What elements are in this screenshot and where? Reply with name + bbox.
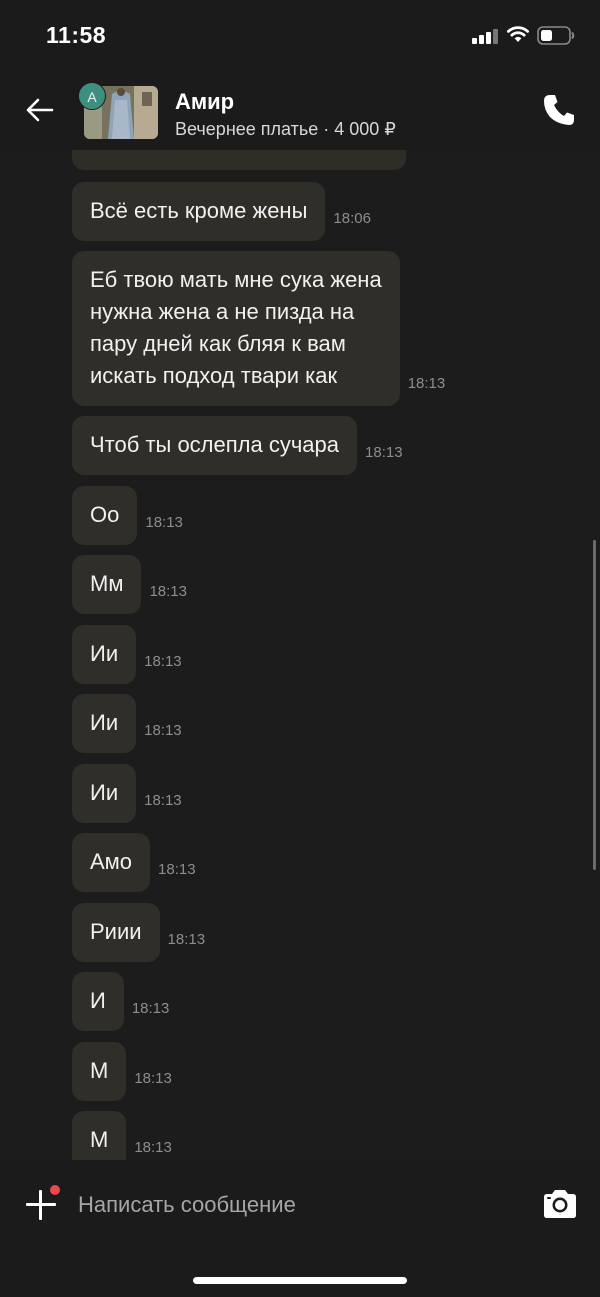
message-bubble-partial bbox=[72, 150, 406, 170]
message-bubble[interactable]: Мм bbox=[72, 555, 142, 614]
message-bubble[interactable]: Ии bbox=[72, 625, 137, 684]
camera-icon[interactable] bbox=[541, 1188, 579, 1220]
message-time: 18:13 bbox=[134, 1070, 172, 1087]
plus-icon[interactable] bbox=[26, 1190, 56, 1220]
wifi-icon bbox=[507, 26, 529, 42]
message-item: Ии 18:13 bbox=[72, 625, 182, 684]
message-time: 18:13 bbox=[145, 514, 183, 531]
message-item: Ии 18:13 bbox=[72, 764, 182, 823]
status-bar: 11:58 bbox=[0, 0, 600, 72]
home-indicator bbox=[193, 1277, 407, 1284]
avatar: А bbox=[78, 82, 106, 110]
chat-header: А Амир Вечернее платье · 4 000 ₽ bbox=[0, 72, 600, 150]
message-item: Мм 18:13 bbox=[72, 555, 187, 614]
message-bubble[interactable]: Чтоб ты ослепла сучара bbox=[72, 416, 358, 475]
message-time: 18:13 bbox=[144, 653, 182, 670]
chat-screen: 11:58 А Амир Вечернее платье · 4 000 ₽ В… bbox=[0, 0, 600, 1297]
message-item: Еб твою мать мне сука жена нужна жена а … bbox=[72, 251, 445, 406]
message-item: Чтоб ты ослепла сучара 18:13 bbox=[72, 416, 403, 475]
message-time: 18:13 bbox=[167, 931, 206, 948]
phone-icon[interactable] bbox=[541, 92, 577, 128]
message-item: Ии 18:13 bbox=[72, 694, 182, 753]
message-item: Оо 18:13 bbox=[72, 486, 183, 545]
message-bubble[interactable]: Амо bbox=[72, 833, 151, 892]
message-item: М 18:13 bbox=[72, 1042, 172, 1101]
message-bubble[interactable]: Всё есть кроме жены bbox=[72, 182, 326, 241]
message-bubble[interactable]: И bbox=[72, 972, 124, 1031]
message-time: 18:13 bbox=[158, 861, 196, 878]
message-bubble[interactable]: М bbox=[72, 1111, 127, 1160]
message-time: 18:13 bbox=[144, 722, 182, 739]
message-bubble[interactable]: Ии bbox=[72, 694, 137, 753]
message-item: Амо 18:13 bbox=[72, 833, 196, 892]
status-time: 11:58 bbox=[46, 22, 107, 48]
message-bubble[interactable]: М bbox=[72, 1042, 127, 1101]
message-bubble[interactable]: Ии bbox=[72, 764, 137, 823]
cellular-signal-icon bbox=[472, 28, 500, 44]
message-item: И 18:13 bbox=[72, 972, 169, 1031]
message-time: 18:13 bbox=[131, 1000, 170, 1017]
message-item: М 18:13 bbox=[72, 1111, 172, 1160]
message-time: 18:13 bbox=[134, 1139, 172, 1156]
message-list[interactable]: Всё есть кроме жены 18:06 Еб твою мать м… bbox=[0, 150, 600, 1160]
message-time: 18:13 bbox=[149, 583, 187, 600]
message-bubble[interactable]: Оо bbox=[72, 486, 138, 545]
message-bubble[interactable]: Риии bbox=[72, 903, 160, 962]
message-time: 18:13 bbox=[365, 444, 403, 461]
message-bubble[interactable]: Еб твою мать мне сука жена нужна жена а … bbox=[72, 251, 400, 406]
notification-dot bbox=[50, 1185, 60, 1195]
message-time: 18:13 bbox=[407, 375, 446, 392]
message-time: 18:13 bbox=[144, 792, 182, 809]
arrow-left-icon[interactable] bbox=[24, 94, 56, 126]
message-input[interactable] bbox=[78, 1184, 518, 1226]
message-composer bbox=[0, 1160, 600, 1297]
message-item: Всё есть кроме жены 18:06 bbox=[72, 182, 371, 241]
battery-icon bbox=[537, 26, 575, 45]
contact-name[interactable]: Амир bbox=[175, 89, 234, 115]
item-title-price[interactable]: Вечернее платье · 4 000 ₽ bbox=[175, 119, 396, 140]
scrollbar[interactable] bbox=[593, 540, 596, 870]
message-item: Риии 18:13 bbox=[72, 903, 205, 962]
message-time: 18:06 bbox=[333, 210, 371, 227]
